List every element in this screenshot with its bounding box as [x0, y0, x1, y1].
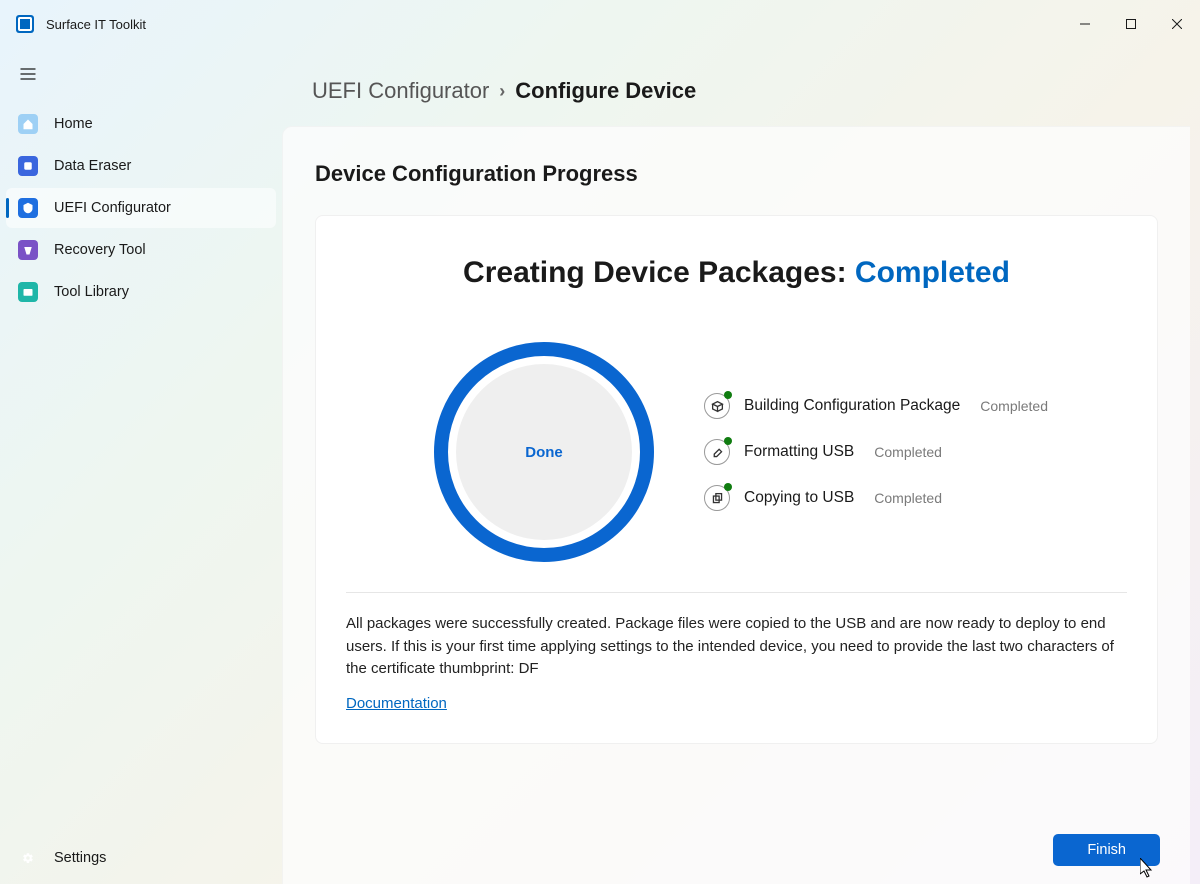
- breadcrumb: UEFI Configurator › Configure Device: [282, 48, 1190, 104]
- sidebar-item-label: Recovery Tool: [54, 242, 146, 258]
- close-button[interactable]: [1154, 8, 1200, 40]
- step-status: Completed: [874, 490, 942, 506]
- app-icon: [16, 15, 34, 33]
- result-text: All packages were successfully created. …: [346, 613, 1127, 681]
- erase-icon: [704, 439, 730, 465]
- finish-button[interactable]: Finish: [1053, 834, 1160, 866]
- package-icon: [704, 393, 730, 419]
- copy-icon: [704, 485, 730, 511]
- sidebar-item-home[interactable]: Home: [6, 104, 276, 144]
- status-prefix: Creating Device Packages:: [463, 256, 847, 289]
- sidebar-item-recovery-tool[interactable]: Recovery Tool: [6, 230, 276, 270]
- uefi-icon: [18, 198, 38, 218]
- step-status: Completed: [874, 444, 942, 460]
- step-label: Formatting USB: [744, 443, 854, 461]
- divider: [346, 592, 1127, 593]
- step-item: Formatting USB Completed: [704, 439, 1048, 465]
- window-controls: [1062, 8, 1200, 40]
- sidebar-item-label: Data Eraser: [54, 158, 131, 174]
- maximize-button[interactable]: [1108, 8, 1154, 40]
- sidebar-item-label: Home: [54, 116, 93, 132]
- sidebar-item-label: Settings: [54, 850, 106, 866]
- main-content: UEFI Configurator › Configure Device Dev…: [282, 48, 1200, 884]
- sidebar-item-label: Tool Library: [54, 284, 129, 300]
- app-title: Surface IT Toolkit: [46, 17, 146, 32]
- steps-list: Building Configuration Package Completed…: [704, 393, 1048, 511]
- footer: Finish: [283, 822, 1190, 884]
- section-title: Device Configuration Progress: [315, 161, 1158, 187]
- sidebar: Home Data Eraser UEFI Configurator Recov…: [0, 48, 282, 884]
- breadcrumb-root[interactable]: UEFI Configurator: [312, 78, 489, 104]
- minimize-button[interactable]: [1062, 8, 1108, 40]
- eraser-icon: [18, 156, 38, 176]
- title-bar: Surface IT Toolkit: [0, 0, 1200, 48]
- step-item: Building Configuration Package Completed: [704, 393, 1048, 419]
- recovery-icon: [18, 240, 38, 260]
- status-value: Completed: [855, 256, 1010, 289]
- sidebar-item-tool-library[interactable]: Tool Library: [6, 272, 276, 312]
- sidebar-item-uefi-configurator[interactable]: UEFI Configurator: [6, 188, 276, 228]
- step-label: Copying to USB: [744, 489, 854, 507]
- gear-icon: [18, 848, 38, 868]
- documentation-link[interactable]: Documentation: [346, 695, 447, 712]
- progress-ring-label: Done: [456, 364, 632, 540]
- chevron-right-icon: ›: [499, 81, 505, 102]
- hamburger-button[interactable]: [8, 56, 48, 92]
- sidebar-item-settings[interactable]: Settings: [6, 838, 276, 878]
- status-title: Creating Device Packages: Completed: [346, 256, 1127, 290]
- sidebar-item-label: UEFI Configurator: [54, 200, 171, 216]
- home-icon: [18, 114, 38, 134]
- sidebar-item-data-eraser[interactable]: Data Eraser: [6, 146, 276, 186]
- progress-ring: Done: [434, 342, 654, 562]
- library-icon: [18, 282, 38, 302]
- progress-panel: Creating Device Packages: Completed Done: [315, 215, 1158, 744]
- step-label: Building Configuration Package: [744, 397, 960, 415]
- content-card: Device Configuration Progress Creating D…: [282, 126, 1190, 884]
- breadcrumb-current: Configure Device: [515, 78, 696, 104]
- step-item: Copying to USB Completed: [704, 485, 1048, 511]
- step-status: Completed: [980, 398, 1048, 414]
